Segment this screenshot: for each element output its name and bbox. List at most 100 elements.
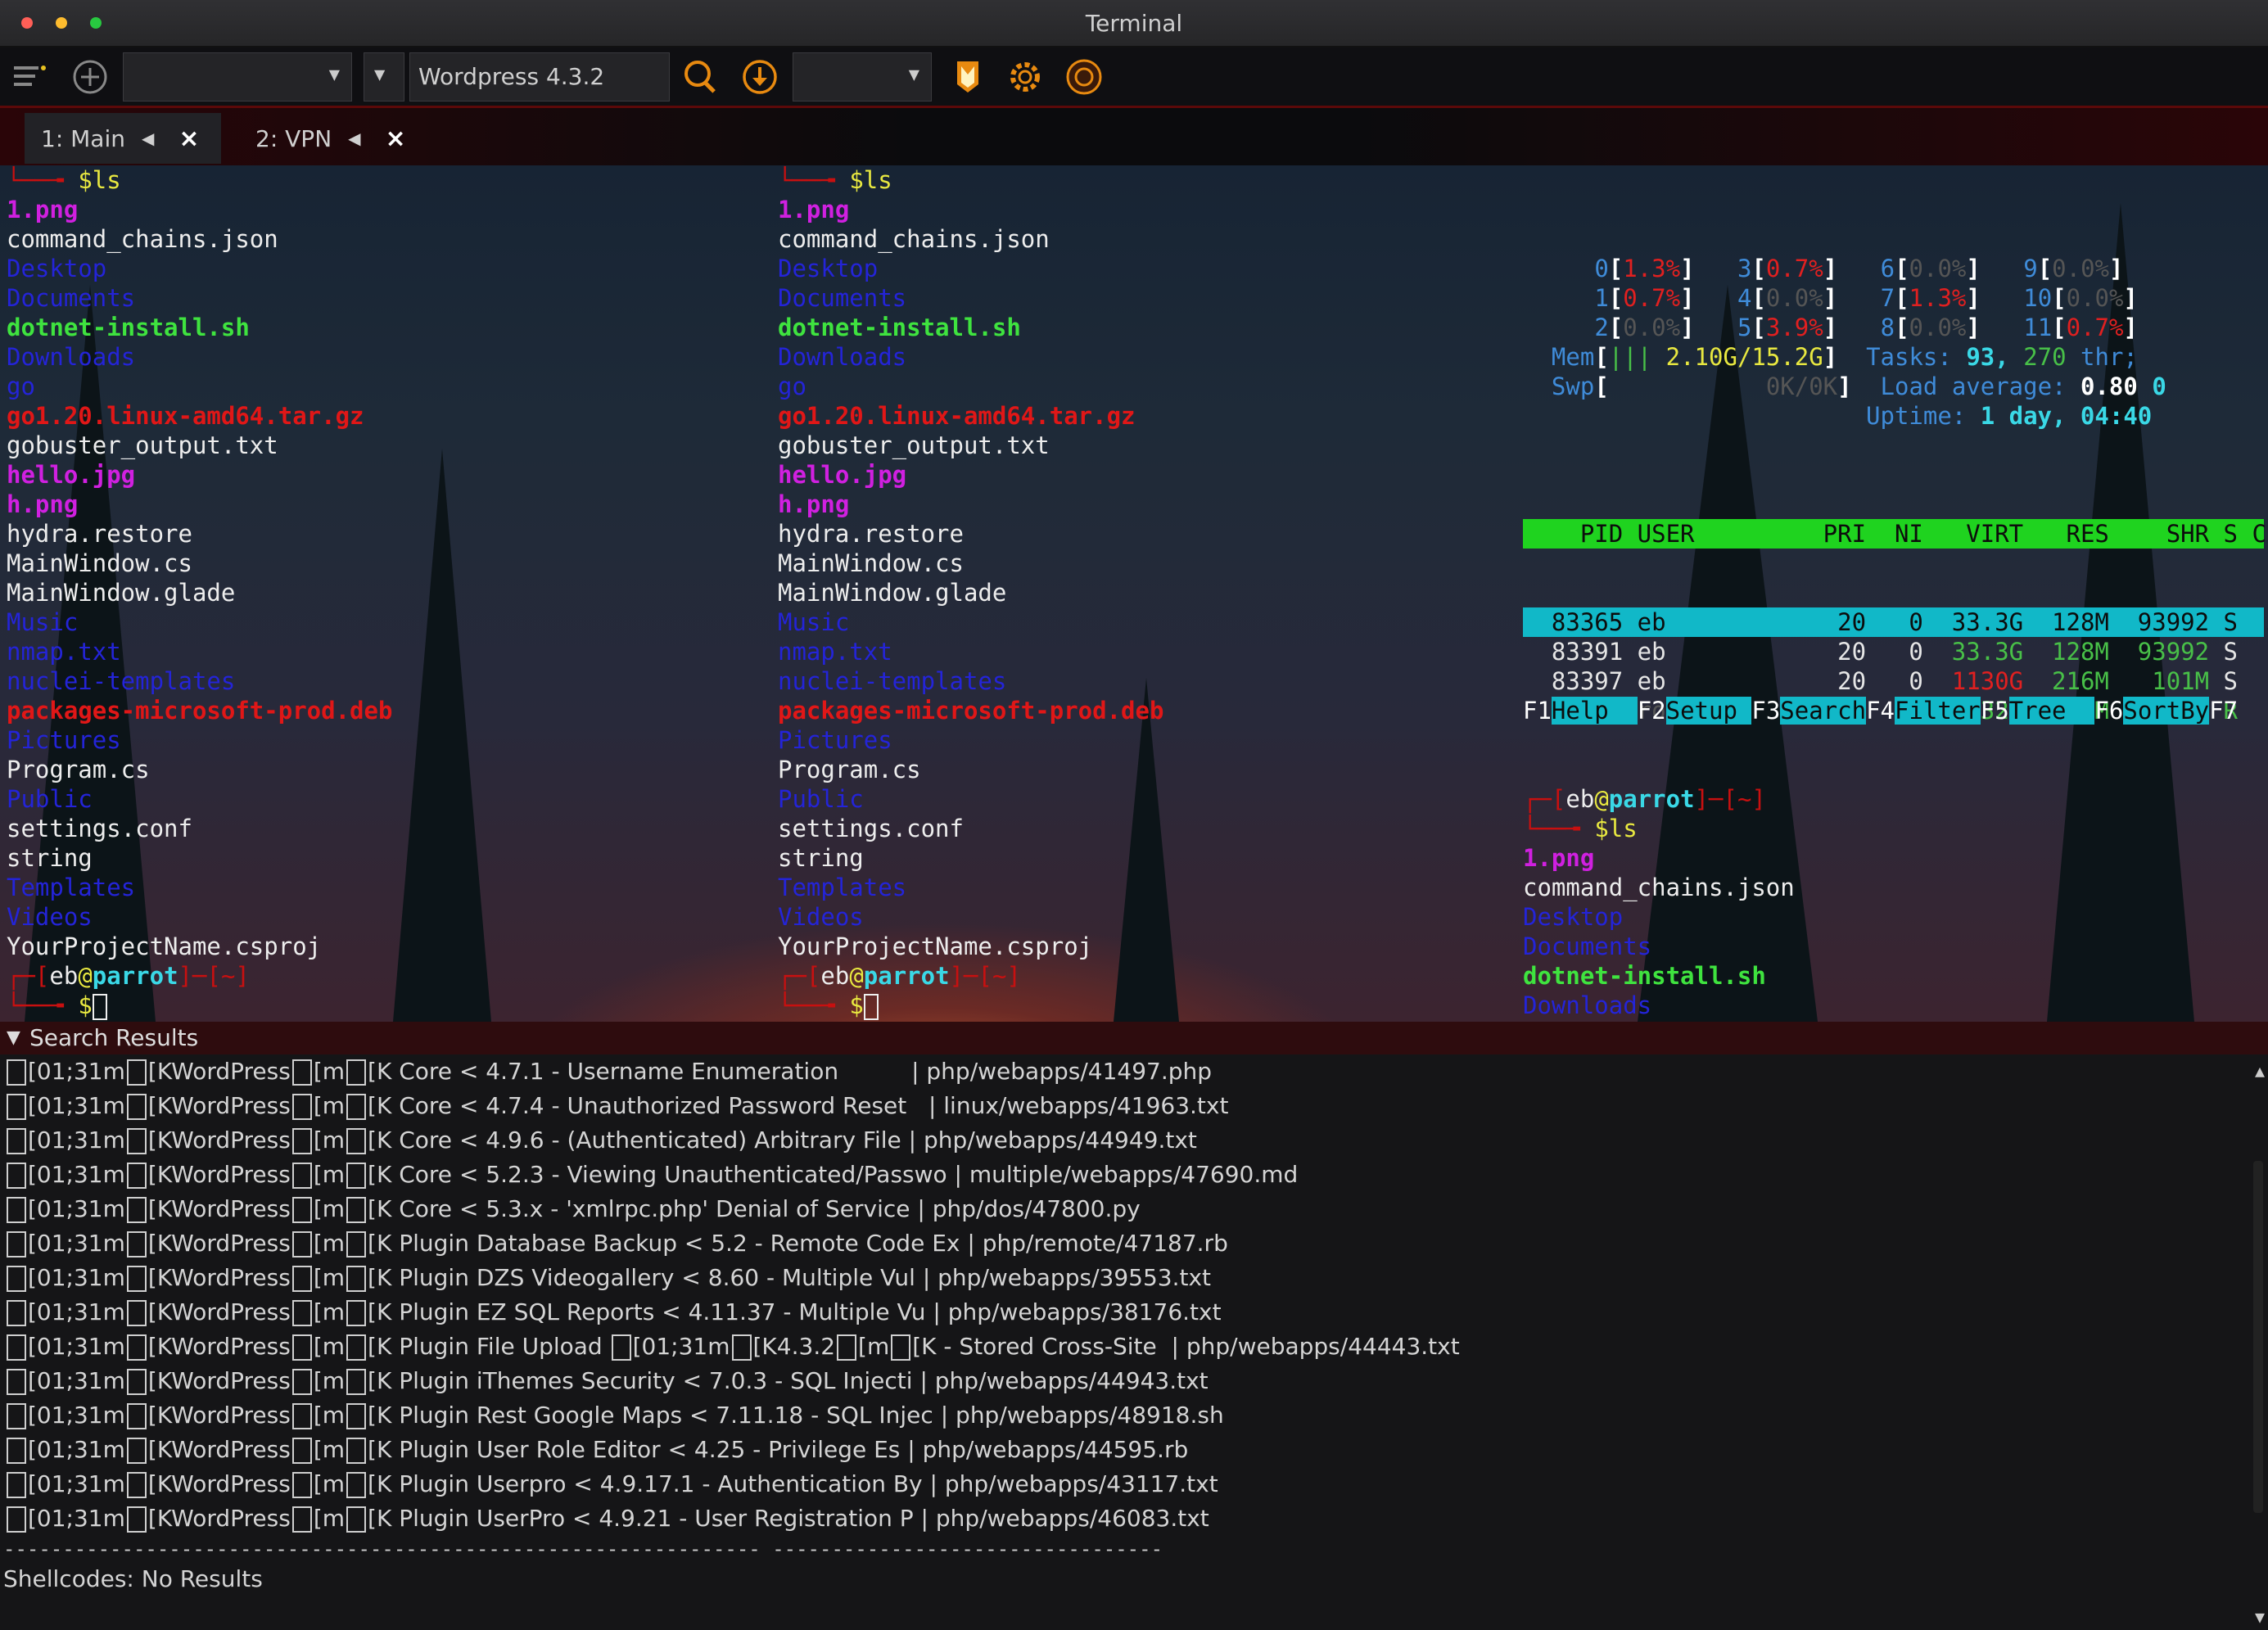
file-entry[interactable]: MainWindow.glade <box>7 578 760 607</box>
session-dropdown[interactable]: ▼ <box>123 52 352 102</box>
file-entry[interactable]: Documents <box>778 283 1515 313</box>
download-icon[interactable] <box>737 54 783 100</box>
scroll-up-arrow-icon[interactable]: ▲ <box>2255 1061 2265 1081</box>
file-entry[interactable]: hello.jpg <box>7 460 760 490</box>
function-key-f3[interactable]: F3 <box>1751 697 1780 725</box>
search-result-row[interactable]: [01;31m [KWordPress [m [K Plugin UserPro < … <box>0 1501 2243 1536</box>
function-key-label[interactable]: Filter <box>1894 697 1981 725</box>
tab-move-left-icon[interactable]: ◀ <box>348 129 360 148</box>
file-entry[interactable]: 1.png <box>778 195 1515 224</box>
file-entry[interactable]: 1.png <box>7 195 760 224</box>
htop-column-header[interactable]: PID USER PRI NI VIRT RES SHR S CPU% <box>1523 519 2268 549</box>
function-key-label[interactable]: Tree <box>2008 697 2095 725</box>
search-result-row[interactable]: [01;31m [KWordPress [m [K Core < 4.9.6 - (A… <box>0 1123 2243 1158</box>
htop-pane[interactable]: 0[1.3%] 3[0.7%] 6[0.0%] 9[0.0%] 1[0.7%] … <box>1523 195 2268 1022</box>
close-tab-icon[interactable]: × <box>386 124 406 153</box>
column-header-cpu-pct[interactable]: CPU% <box>2238 520 2268 548</box>
function-key-f7[interactable]: F7 <box>2209 697 2238 725</box>
file-entry[interactable]: go <box>7 372 760 401</box>
function-key-label[interactable]: SortBy <box>2123 697 2210 725</box>
column-header-ni[interactable]: NI <box>1866 520 1923 548</box>
tab-main[interactable]: 1: Main ◀ × <box>25 113 221 164</box>
search-result-row[interactable]: [01;31m [KWordPress [m [K Plugin File Uploa… <box>0 1330 2243 1364</box>
prompt-input-line[interactable]: └──╼ $ <box>7 991 760 1020</box>
column-header-shr[interactable]: SHR <box>2109 520 2209 548</box>
scroll-down-arrow-icon[interactable]: ▼ <box>2255 1607 2265 1627</box>
terminal-pane-left[interactable]: └──╼ $ls 1.png command_chains.json Desktop D… <box>7 165 760 1020</box>
file-entry[interactable]: hello.jpg <box>778 460 1515 490</box>
file-entry[interactable]: packages-microsoft-prod.deb <box>778 696 1515 725</box>
collapse-triangle-icon[interactable]: ▼ <box>7 1022 20 1054</box>
file-entry[interactable]: MainWindow.glade <box>778 578 1515 607</box>
column-header-virt[interactable]: VIRT <box>1923 520 2023 548</box>
search-result-row[interactable]: [01;31m [KWordPress [m [K Plugin User Role … <box>0 1433 2243 1467</box>
file-entry[interactable]: command_chains.json <box>7 224 760 254</box>
function-key-label[interactable]: Search <box>1780 697 1867 725</box>
file-entry[interactable]: hydra.restore <box>7 519 760 549</box>
type-dropdown[interactable]: ▼ <box>793 52 932 102</box>
file-entry[interactable]: Videos <box>7 902 760 932</box>
search-result-row[interactable]: [01;31m [KWordPress [m [K Plugin EZ SQL Rep… <box>0 1295 2243 1330</box>
function-key-f5[interactable]: F5 <box>1981 697 2009 725</box>
search-input[interactable]: Wordpress 4.3.2 <box>409 52 670 102</box>
close-tab-icon[interactable]: × <box>178 124 199 153</box>
file-entry[interactable]: Program.cs <box>778 755 1515 784</box>
file-entry[interactable]: Downloads <box>7 342 760 372</box>
file-entry[interactable]: gobuster_output.txt <box>778 431 1515 460</box>
file-entry[interactable]: command_chains.json <box>1523 873 2264 902</box>
file-entry[interactable]: Music <box>7 607 760 637</box>
function-key-f1[interactable]: F1 <box>1523 697 1552 725</box>
file-entry[interactable]: nuclei-templates <box>778 666 1515 696</box>
file-entry[interactable]: YourProjectName.csproj <box>778 932 1515 961</box>
file-entry[interactable]: nmap.txt <box>778 637 1515 666</box>
search-result-row[interactable]: [01;31m [KWordPress [m [K Plugin Userpro < … <box>0 1467 2243 1501</box>
search-result-row[interactable]: [01;31m [KWordPress [m [K Plugin Database B… <box>0 1226 2243 1261</box>
file-entry[interactable]: Videos <box>778 902 1515 932</box>
file-entry[interactable]: Desktop <box>1523 902 2264 932</box>
file-entry[interactable]: h.png <box>778 490 1515 519</box>
file-entry[interactable]: dotnet-install.sh <box>778 313 1515 342</box>
file-entry[interactable]: Templates <box>7 873 760 902</box>
function-key-f2[interactable]: F2 <box>1638 697 1666 725</box>
process-row[interactable]: 83391 eb 20 0 33.3G 128M 93992 S 2.0 <box>1523 637 2268 666</box>
add-icon[interactable] <box>67 54 113 100</box>
file-entry[interactable]: Desktop <box>778 254 1515 283</box>
file-entry[interactable]: Downloads <box>778 342 1515 372</box>
file-entry[interactable]: go1.20.linux-amd64.tar.gz <box>7 401 760 431</box>
file-entry[interactable]: Public <box>7 784 760 814</box>
column-header-user[interactable]: USER <box>1623 520 1695 548</box>
search-result-row[interactable]: [01;31m [KWordPress [m [K Core < 4.7.1 - Us… <box>0 1054 2243 1089</box>
search-result-row[interactable]: [01;31m [KWordPress [m [K Core < 5.2.3 - Vi… <box>0 1158 2243 1192</box>
terminal-area[interactable]: └──╼ $ls 1.png command_chains.json Desktop D… <box>0 165 2268 1022</box>
file-entry[interactable]: Documents <box>1523 932 2264 961</box>
file-entry[interactable]: Downloads <box>1523 991 2264 1020</box>
file-entry[interactable]: Music <box>778 607 1515 637</box>
function-key-f4[interactable]: F4 <box>1866 697 1895 725</box>
file-entry[interactable]: settings.conf <box>778 814 1515 843</box>
file-entry[interactable]: gobuster_output.txt <box>7 431 760 460</box>
process-row[interactable]: 83397 eb 20 0 1130G 216M 101M S 2.0 <box>1523 666 2268 696</box>
file-entry[interactable]: Documents <box>7 283 760 313</box>
file-entry[interactable]: command_chains.json <box>778 224 1515 254</box>
prompt-input-line[interactable]: └──╼ $ <box>778 991 1515 1020</box>
scrollbar-thumb[interactable] <box>2253 1161 2263 1513</box>
file-entry[interactable]: go1.20.linux-amd64.tar.gz <box>778 401 1515 431</box>
terminal-pane-right[interactable]: ┌─[eb@parrot]─[~] └──╼ $ls 1.png command_ch… <box>1523 784 2264 1022</box>
column-header-s[interactable]: S <box>2209 520 2238 548</box>
file-entry[interactable]: h.png <box>7 490 760 519</box>
terminal-pane-middle[interactable]: └──╼ $ls 1.png command_chains.json Desktop D… <box>778 165 1515 1020</box>
process-row[interactable]: 83365 eb 20 0 33.3G 128M 93992 S 3.3 <box>1523 607 2268 637</box>
function-key-label[interactable]: Setup <box>1665 697 1752 725</box>
tab-vpn[interactable]: 2: VPN ◀ × <box>239 113 436 164</box>
search-result-row[interactable]: [01;31m [KWordPress [m [K Plugin iThemes Se… <box>0 1364 2243 1398</box>
file-entry[interactable]: string <box>778 843 1515 873</box>
column-header-pid[interactable]: PID <box>1523 520 1623 548</box>
function-key-f6[interactable]: F6 <box>2094 697 2123 725</box>
file-entry[interactable]: dotnet-install.sh <box>1523 961 2264 991</box>
file-entry[interactable]: 1.png <box>1523 843 2264 873</box>
column-header-res[interactable]: RES <box>2023 520 2108 548</box>
file-entry[interactable]: Public <box>778 784 1515 814</box>
file-entry[interactable]: Templates <box>778 873 1515 902</box>
search-result-row[interactable]: [01;31m [KWordPress [m [K Plugin Rest Googl… <box>0 1398 2243 1433</box>
file-entry[interactable]: string <box>7 843 760 873</box>
